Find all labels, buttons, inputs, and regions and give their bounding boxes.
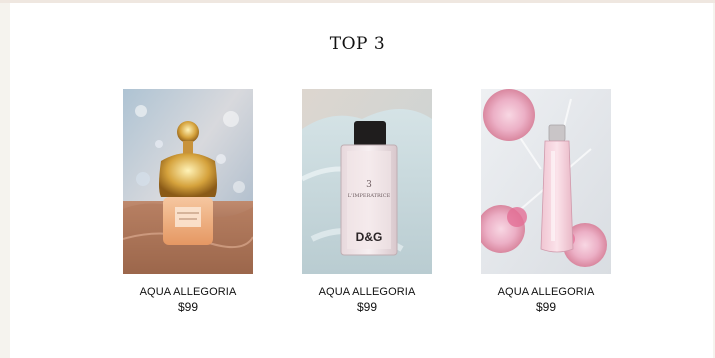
product-price: $99 [177,300,199,314]
product-name[interactable]: AQUA ALLEGORIA [481,286,611,298]
product-card[interactable]: 3 L'IMPERATRICE D&G AQUA ALLEGORIA $99 [302,89,432,314]
perfume-bottle-pink-icon[interactable] [481,89,611,274]
product-price: $99 [356,300,378,314]
perfume-bottle-gold-icon[interactable] [123,89,253,274]
product-card[interactable]: AQUA ALLEGORIA $99 [481,89,611,314]
bottle-label-name: L'IMPERATRICE [348,193,391,199]
product-name[interactable]: AQUA ALLEGORIA [302,286,432,298]
product-card[interactable]: AQUA ALLEGORIA $99 [123,89,253,314]
product-price: $99 [535,300,557,314]
product-name[interactable]: AQUA ALLEGORIA [123,286,253,298]
bottle-brand-logo: D&G [356,230,383,244]
bottle-label-number: 3 [366,180,372,190]
perfume-bottle-dg-icon[interactable]: 3 L'IMPERATRICE D&G [302,89,432,274]
section-title: TOP 3 [329,34,386,54]
